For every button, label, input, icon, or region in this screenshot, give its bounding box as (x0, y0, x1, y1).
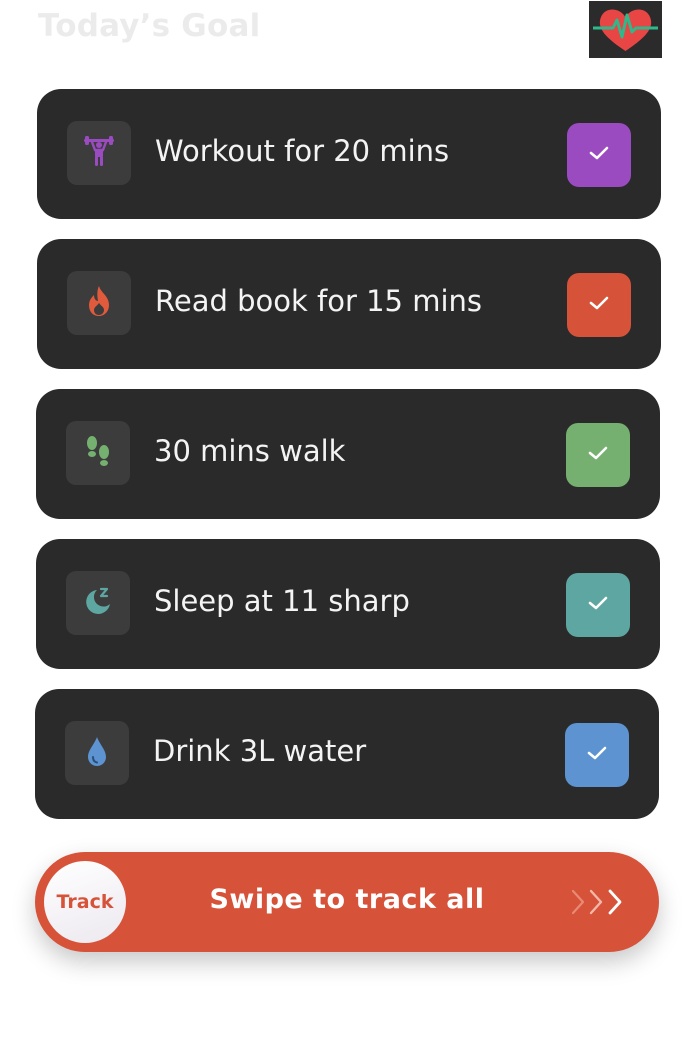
task-label: Sleep at 11 sharp (154, 584, 410, 618)
task-checkbox[interactable] (567, 273, 631, 337)
task-icon-box (67, 121, 131, 185)
moon-sleep-icon (81, 584, 115, 622)
task-label: Workout for 20 mins (155, 134, 450, 168)
water-drop-icon (82, 734, 112, 772)
heart-pulse-icon (589, 1, 662, 58)
task-label: 30 mins walk (154, 434, 346, 468)
check-icon (587, 595, 609, 615)
task-card-sleep[interactable]: Sleep at 11 sharp (36, 539, 660, 669)
task-card-read-book[interactable]: Read book for 15 mins (37, 239, 661, 369)
task-card-workout[interactable]: Workout for 20 mins (37, 89, 661, 219)
task-card-water[interactable]: Drink 3L water (35, 689, 659, 819)
footprints-icon (81, 434, 115, 472)
task-card-walk[interactable]: 30 mins walk (36, 389, 660, 519)
task-checkbox[interactable] (565, 723, 629, 787)
swipe-track-all-slider[interactable]: Track Swipe to track all (35, 852, 659, 952)
weightlifter-icon (82, 134, 116, 172)
task-checkbox[interactable] (566, 573, 630, 637)
task-label: Drink 3L water (153, 734, 367, 768)
chevrons-right-icon (553, 887, 629, 917)
task-icon-box (65, 721, 129, 785)
task-checkbox[interactable] (566, 423, 630, 487)
task-label: Read book for 15 mins (155, 284, 483, 318)
check-icon (588, 145, 610, 165)
check-icon (588, 295, 610, 315)
task-icon-box (67, 271, 131, 335)
task-icon-box (66, 571, 130, 635)
header: Today’s Goal (0, 0, 693, 70)
check-icon (587, 445, 609, 465)
task-checkbox[interactable] (567, 123, 631, 187)
check-icon (586, 745, 608, 765)
task-icon-box (66, 421, 130, 485)
flame-icon (83, 284, 115, 322)
page-title: Today’s Goal (38, 8, 261, 44)
